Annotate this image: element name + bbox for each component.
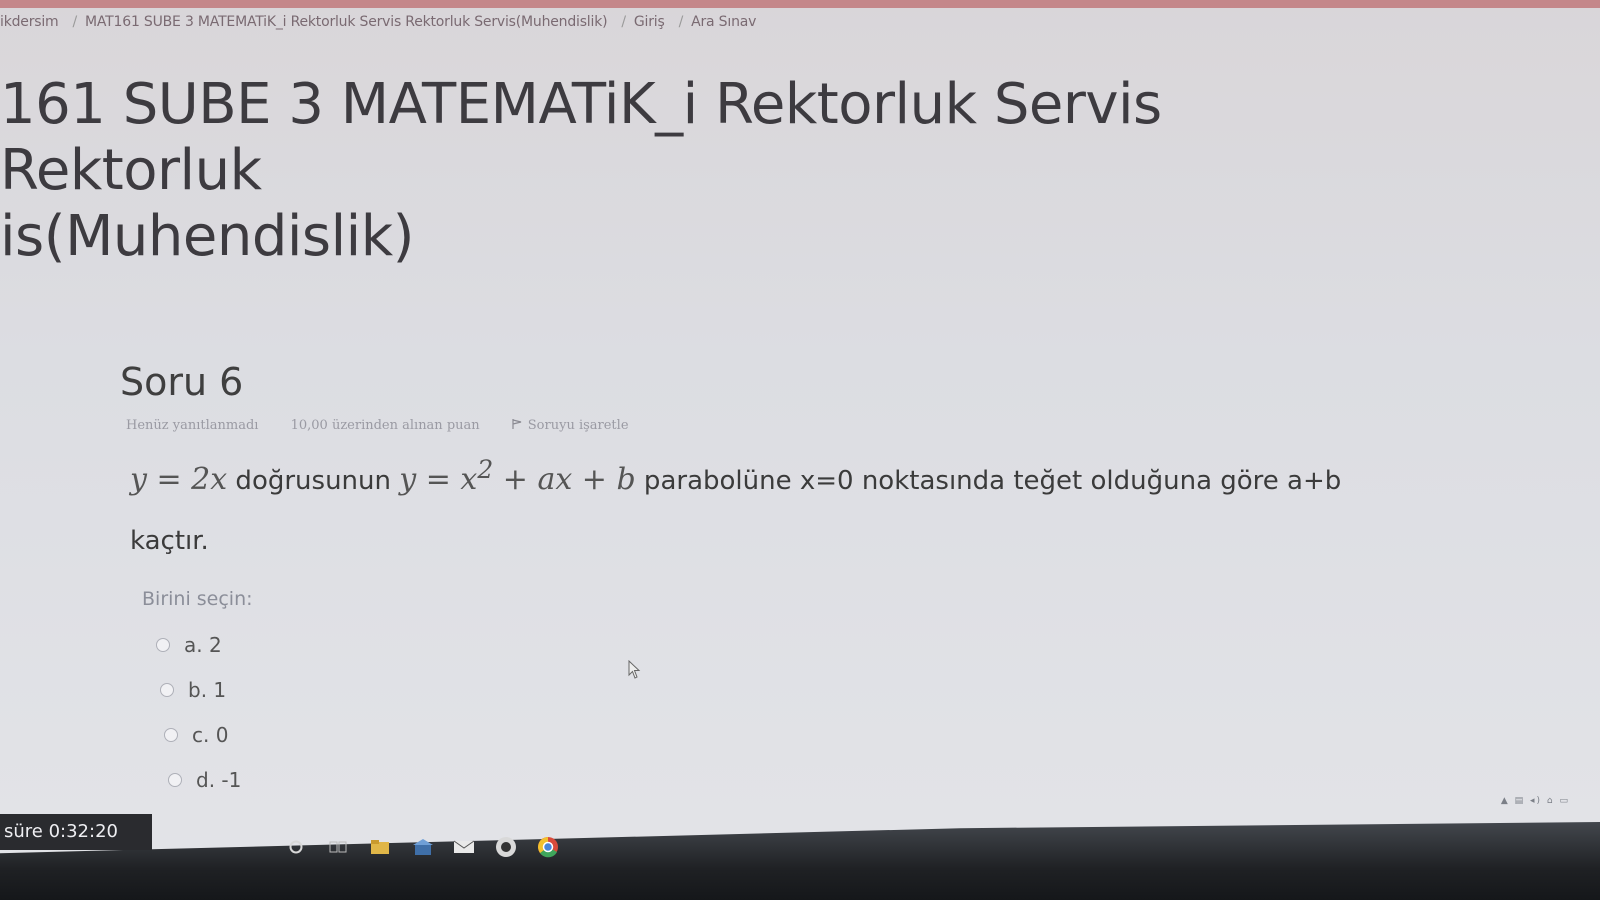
tray-icons: ▲ ▤ ◂) ⌂ ▭ [1500, 796, 1570, 806]
question-text-part: kaçtır. [130, 526, 209, 556]
question-number: Soru 6 [120, 360, 244, 404]
top-accent-bar [0, 0, 1600, 8]
page-title-line2: is(Muhendislik) [0, 204, 415, 269]
breadcrumb-separator: / [72, 14, 78, 30]
math-expression-part: + ax + b [493, 462, 636, 497]
radio-button[interactable] [168, 772, 182, 787]
question-block: Soru 6 Henüz yanıtlanmadı 10,00 üzerinde… [120, 360, 1420, 571]
question-info: Henüz yanıtlanmadı 10,00 üzerinden alına… [126, 418, 1420, 436]
breadcrumb-item-exam[interactable]: Ara Sınav [691, 14, 756, 30]
math-expression: y = 2x [130, 462, 228, 497]
flag-question-link[interactable]: Soruyu işaretle [512, 418, 657, 433]
question-text-part: doğrusunun [227, 466, 400, 496]
search-icon[interactable] [285, 836, 307, 858]
mouse-cursor-icon [628, 660, 641, 679]
question-text-part: parabolüne x=0 noktasında teğet olduğuna… [635, 466, 1342, 496]
breadcrumb-item-giris[interactable]: Giriş [634, 14, 665, 30]
answer-block: Birini seçin: a. 2 b. 1 c. 0 d. -1 [142, 588, 542, 802]
question-status: Henüz yanıtlanmadı [126, 418, 259, 433]
answer-option-label: c. 0 [192, 722, 229, 747]
math-expression-part: y = x [399, 462, 478, 497]
quiz-timer: süre 0:32:20 [0, 814, 152, 850]
math-superscript: 2 [477, 455, 494, 484]
system-tray[interactable]: ▲ ▤ ◂) ⌂ ▭ [1501, 796, 1570, 806]
answer-option-c[interactable]: c. 0 [164, 712, 542, 757]
store-icon[interactable] [411, 836, 433, 858]
file-explorer-icon[interactable] [369, 836, 391, 858]
breadcrumb-item-course[interactable]: MAT161 SUBE 3 MATEMATiK_i Rektorluk Serv… [85, 14, 608, 30]
answer-option-label: a. 2 [184, 632, 222, 657]
taskbar [0, 822, 1600, 900]
taskbar-icons [285, 836, 559, 858]
mail-icon[interactable] [453, 836, 475, 858]
app-icon[interactable] [495, 836, 517, 858]
radio-button[interactable] [160, 682, 174, 697]
math-expression: y = x2 + ax + b [399, 455, 636, 497]
answer-option-b[interactable]: b. 1 [160, 667, 542, 712]
radio-button[interactable] [164, 727, 178, 742]
page-title: 161 SUBE 3 MATEMATiK_i Rektorluk Servis … [0, 72, 1420, 270]
flag-question-label: Soruyu işaretle [527, 418, 629, 433]
breadcrumb: ikdersim / MAT161 SUBE 3 MATEMATiK_i Rekto… [0, 14, 1000, 40]
radio-button[interactable] [156, 637, 170, 652]
page-title-line1: 161 SUBE 3 MATEMATiK_i Rektorluk Servis … [0, 72, 1162, 203]
flag-icon [512, 419, 521, 429]
answer-option-label: d. -1 [196, 767, 242, 792]
chrome-icon[interactable] [537, 836, 559, 858]
question-text: y = 2x doğrusunun y = x2 + ax + b parabo… [130, 440, 1400, 571]
answer-option-d[interactable]: d. -1 [168, 757, 542, 802]
question-points: 10,00 üzerinden alınan puan [290, 418, 480, 433]
breadcrumb-item-home[interactable]: ikdersim [0, 14, 59, 30]
answer-option-a[interactable]: a. 2 [156, 622, 542, 667]
task-view-icon[interactable] [327, 836, 349, 858]
answer-prompt: Birini seçin: [142, 588, 253, 610]
answer-option-label: b. 1 [188, 677, 227, 702]
breadcrumb-separator: / [678, 14, 684, 30]
breadcrumb-separator: / [621, 14, 626, 30]
